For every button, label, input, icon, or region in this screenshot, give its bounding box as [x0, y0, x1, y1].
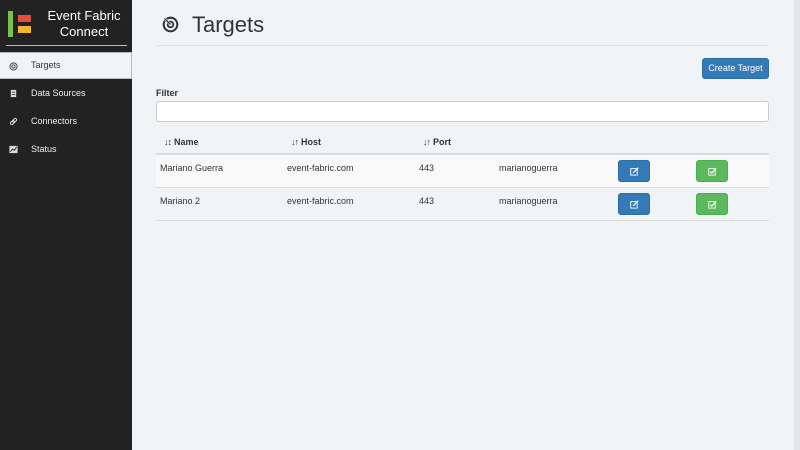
logo-bar-yellow: [18, 26, 31, 33]
sidebar-item-label: Data Sources: [31, 88, 86, 98]
sidebar-item-label: Targets: [31, 60, 61, 70]
filter-label: Filter: [156, 88, 179, 98]
cell-port: 443: [419, 196, 435, 206]
chart-icon: [9, 145, 18, 154]
column-header-label: Host: [301, 137, 321, 147]
create-target-button[interactable]: Create Target: [702, 58, 769, 79]
table-header: ↓↕ Name ↓↑ Host ↓↑ Port: [156, 128, 769, 155]
column-header-name[interactable]: ↓↕ Name: [164, 137, 199, 147]
cell-name: Mariano 2: [160, 196, 201, 206]
sidebar: Event Fabric Connect Targets Data Source…: [0, 0, 132, 450]
configure-button[interactable]: [696, 193, 728, 215]
sidebar-item-targets[interactable]: Targets: [0, 52, 132, 79]
cell-user: marianoguerra: [499, 196, 558, 206]
sidebar-item-label: Status: [31, 144, 57, 154]
link-icon: [9, 117, 18, 126]
cell-host: event-fabric.com: [287, 196, 354, 206]
cell-port: 443: [419, 163, 435, 173]
configure-button[interactable]: [696, 160, 728, 182]
column-header-label: Name: [174, 137, 199, 147]
brand[interactable]: Event Fabric Connect: [0, 0, 132, 50]
database-icon: [10, 89, 17, 98]
brand-title-line1: Event Fabric: [47, 8, 121, 23]
brand-title: Event Fabric Connect: [40, 8, 128, 40]
target-icon: [162, 16, 179, 33]
sort-icon: ↓↑: [291, 137, 299, 147]
sidebar-nav: Targets Data Sources Connectors Status: [0, 52, 132, 164]
sidebar-item-data-sources[interactable]: Data Sources: [0, 80, 132, 107]
column-header-port[interactable]: ↓↑ Port: [423, 137, 451, 147]
sort-icon: ↓↑: [423, 137, 431, 147]
edit-button[interactable]: [618, 193, 650, 215]
cell-host: event-fabric.com: [287, 163, 354, 173]
table-row: Mariano Guerra event-fabric.com 443 mari…: [156, 155, 769, 188]
edit-button[interactable]: [618, 160, 650, 182]
column-header-host[interactable]: ↓↑ Host: [291, 137, 321, 147]
page-header: Targets: [156, 0, 768, 46]
sidebar-item-connectors[interactable]: Connectors: [0, 108, 132, 135]
sidebar-item-label: Connectors: [31, 116, 78, 126]
brand-divider: [6, 45, 127, 46]
targets-table: ↓↕ Name ↓↑ Host ↓↑ Port Mariano Guerra even…: [156, 128, 769, 221]
main-content: Targets Create Target Filter ↓↕ Name ↓↑ Ho…: [132, 0, 800, 450]
column-header-label: Port: [433, 137, 451, 147]
sidebar-item-status[interactable]: Status: [0, 136, 132, 163]
page-title: Targets: [192, 12, 265, 37]
edit-icon: [630, 200, 639, 209]
check-edit-icon: [708, 167, 717, 176]
check-edit-icon: [708, 200, 717, 209]
logo-bar-red: [18, 15, 31, 22]
edit-icon: [630, 167, 639, 176]
filter-input[interactable]: [156, 101, 769, 122]
page-scrollbar[interactable]: [794, 0, 800, 450]
sort-alpha-icon: ↓↕: [164, 137, 172, 147]
table-row: Mariano 2 event-fabric.com 443 marianogu…: [156, 188, 769, 221]
logo-bar-green: [8, 11, 13, 37]
target-icon: [9, 62, 18, 71]
brand-title-line2: Connect: [59, 24, 109, 39]
cell-name: Mariano Guerra: [160, 163, 224, 173]
event-fabric-logo: [8, 11, 34, 37]
cell-user: marianoguerra: [499, 163, 558, 173]
